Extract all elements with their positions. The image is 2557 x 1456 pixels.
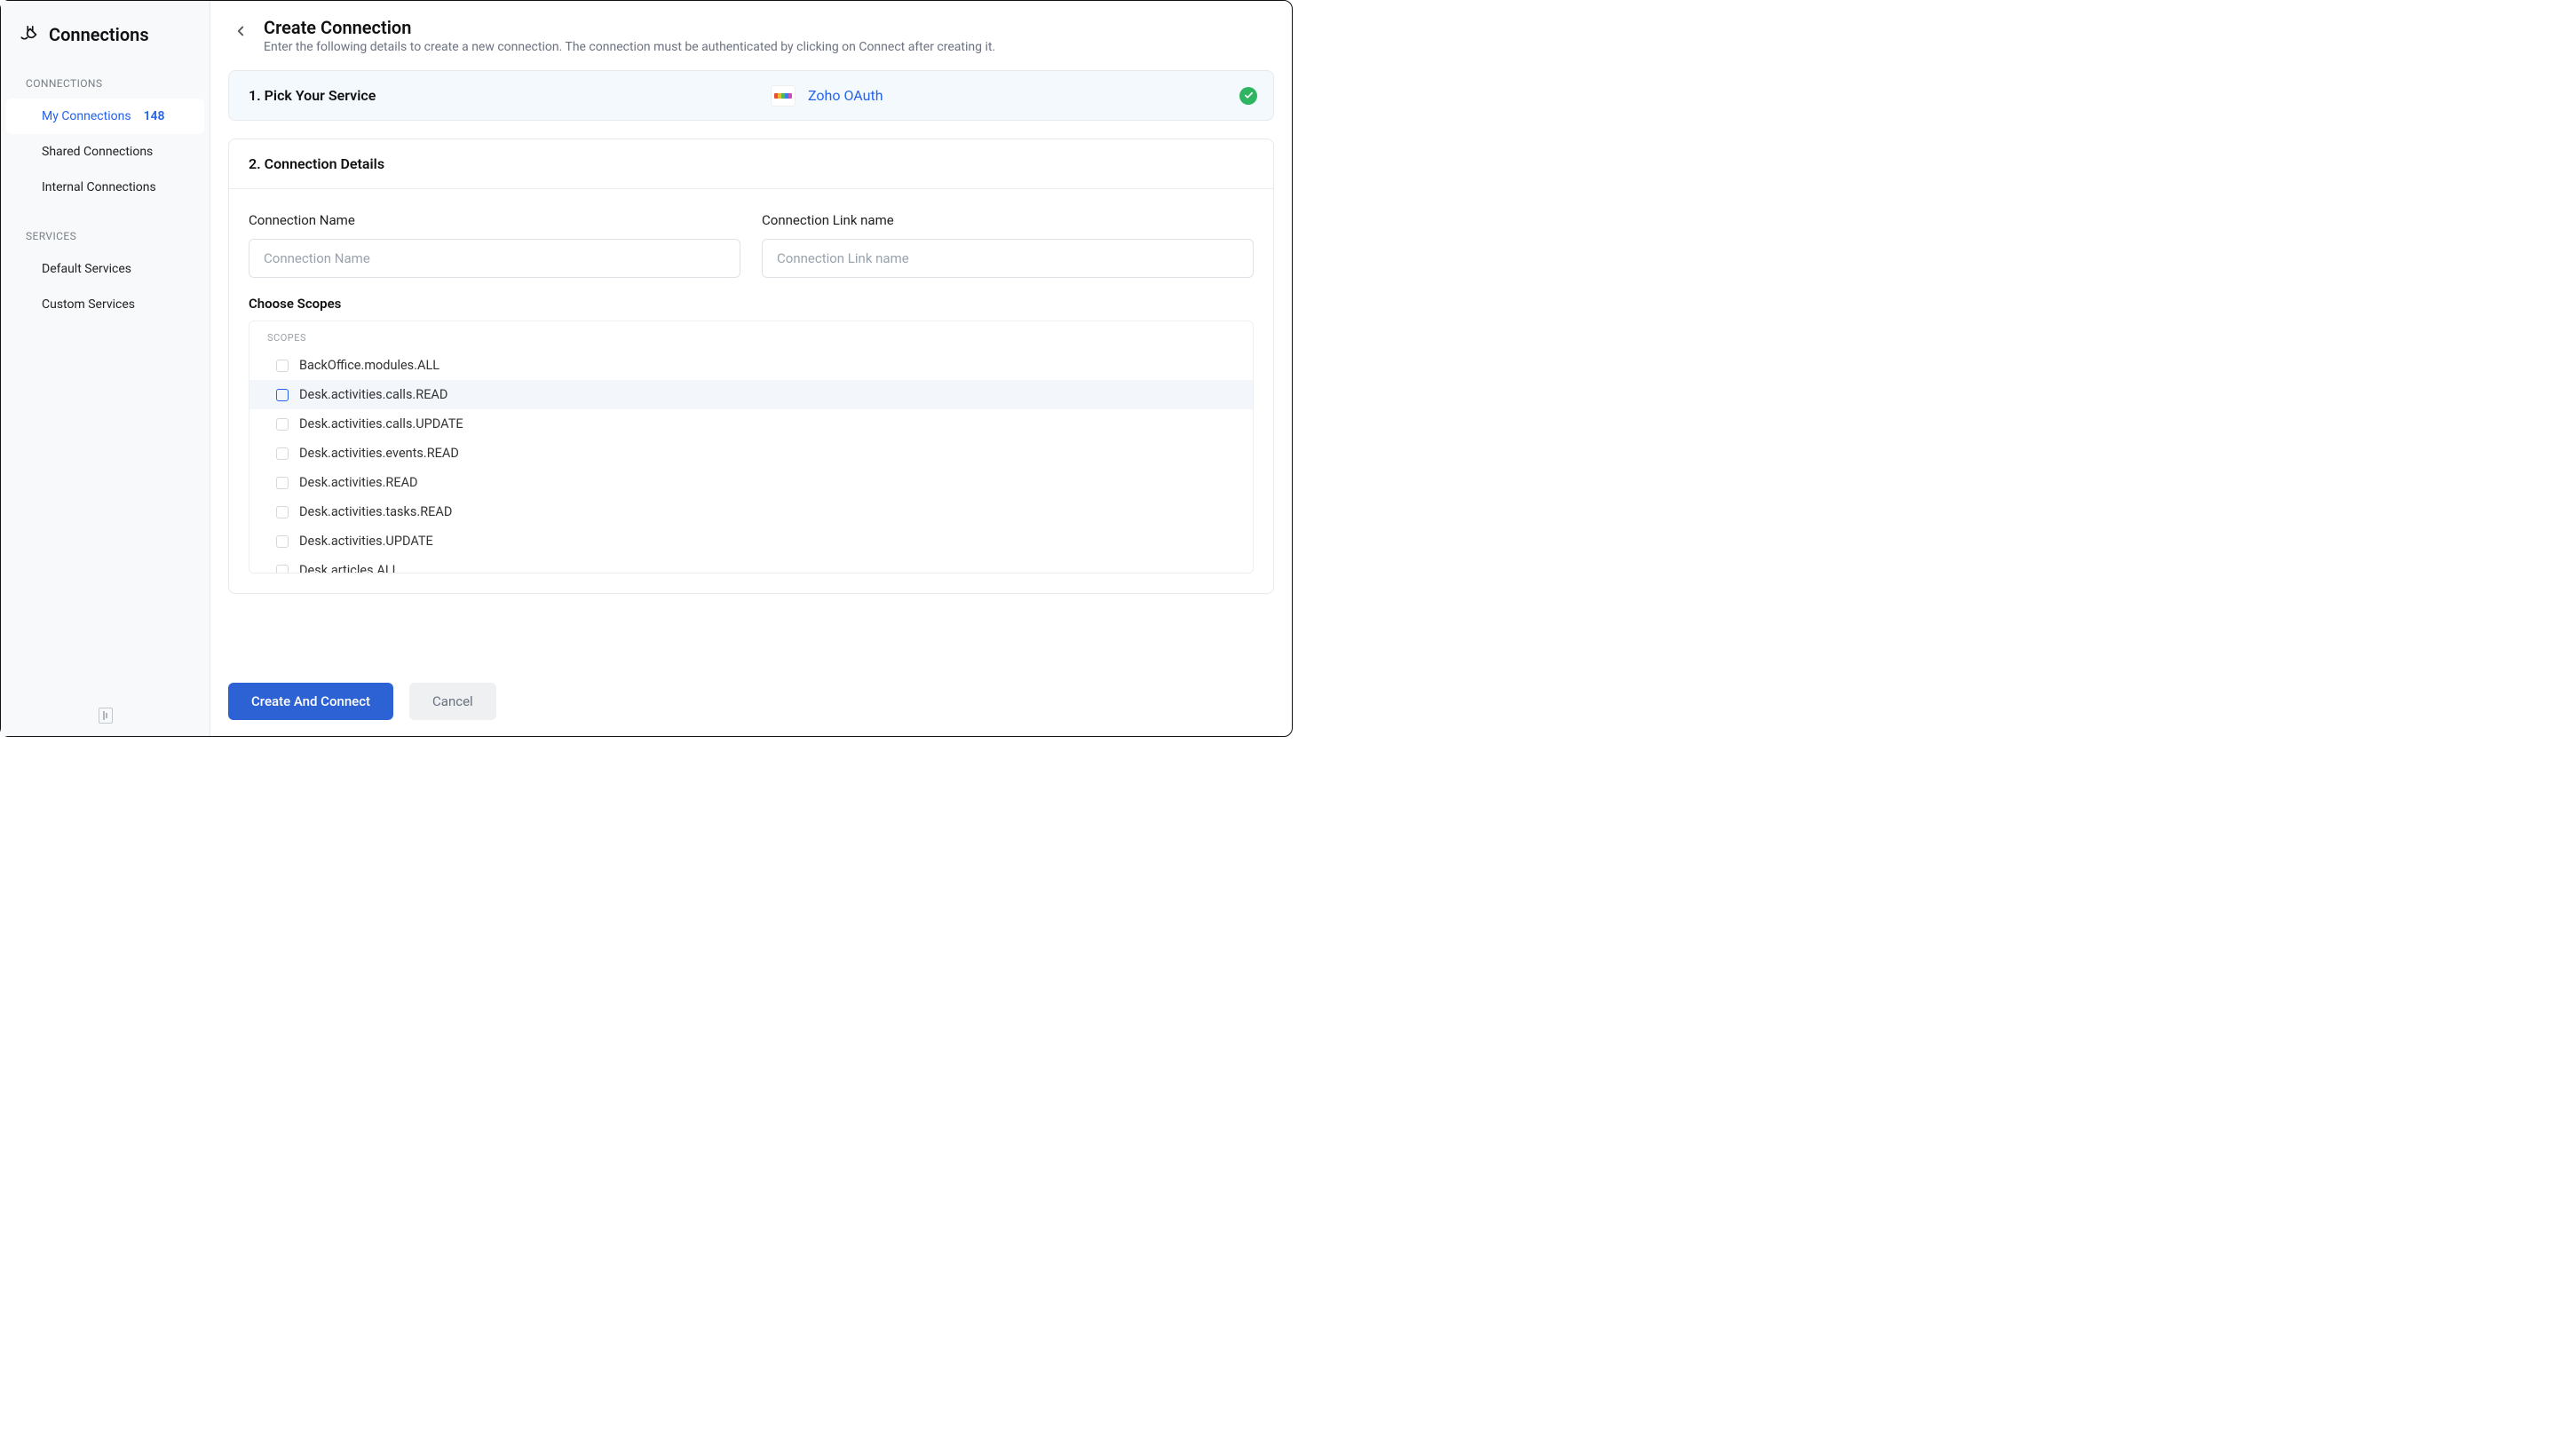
connection-name-input[interactable] [249, 239, 740, 278]
scopes-box: SCOPES BackOffice.modules.ALL Desk.activ… [249, 320, 1254, 574]
scope-label: Desk.activities.tasks.READ [299, 504, 452, 519]
scope-row[interactable]: BackOffice.modules.ALL [249, 351, 1253, 380]
cancel-button[interactable]: Cancel [409, 683, 496, 720]
sidebar-item-default-services[interactable]: Default Services [1, 251, 210, 287]
checkbox-icon[interactable] [276, 389, 289, 401]
checkbox-icon[interactable] [276, 535, 289, 548]
back-button[interactable] [228, 19, 253, 44]
main-content: Create Connection Enter the following de… [210, 1, 1292, 736]
form-row: Connection Name Connection Link name [249, 212, 1254, 278]
plug-icon [20, 25, 40, 44]
sidebar-item-label: My Connections [42, 109, 131, 123]
selected-service: Zoho OAuth [771, 85, 883, 107]
page-subtitle: Enter the following details to create a … [264, 40, 995, 54]
sidebar: Connections CONNECTIONS My Connections 1… [1, 1, 210, 736]
checkbox-icon[interactable] [276, 477, 289, 489]
connection-name-label: Connection Name [249, 212, 740, 228]
step2-header: 2. Connection Details [229, 139, 1273, 189]
checkmark-icon [1239, 87, 1257, 105]
sidebar-header: Connections [1, 17, 210, 72]
checkbox-icon[interactable] [276, 418, 289, 431]
sidebar-item-my-connections[interactable]: My Connections 148 [6, 99, 204, 134]
sidebar-item-shared[interactable]: Shared Connections [1, 134, 210, 170]
checkbox-icon[interactable] [276, 506, 289, 518]
page-title: Create Connection [264, 17, 995, 38]
page-header-text: Create Connection Enter the following de… [264, 17, 995, 54]
sidebar-item-label: Default Services [42, 262, 131, 276]
scope-row[interactable]: Desk.activities.calls.READ [249, 380, 1253, 409]
scope-row[interactable]: Desk.articles.ALL [249, 556, 1253, 574]
collapse-panel-icon[interactable] [99, 708, 113, 724]
sidebar-section-services: SERVICES [1, 225, 210, 251]
scope-label: Desk.activities.calls.READ [299, 387, 447, 402]
step-connection-details: 2. Connection Details Connection Name Co… [228, 138, 1274, 594]
scope-label: Desk.activities.calls.UPDATE [299, 416, 463, 431]
page-header: Create Connection Enter the following de… [228, 17, 1274, 70]
connection-link-input[interactable] [762, 239, 1254, 278]
connection-name-field: Connection Name [249, 212, 740, 278]
scope-label: Desk.articles.ALL [299, 563, 399, 574]
scope-row[interactable]: Desk.activities.UPDATE [249, 526, 1253, 556]
create-and-connect-button[interactable]: Create And Connect [228, 683, 393, 720]
connection-link-label: Connection Link name [762, 212, 1254, 228]
scope-label: BackOffice.modules.ALL [299, 358, 439, 373]
connection-link-field: Connection Link name [762, 212, 1254, 278]
selected-service-name: Zoho OAuth [808, 87, 883, 104]
scope-label: Desk.activities.events.READ [299, 446, 459, 461]
zoho-logo-icon [771, 85, 796, 107]
step1-title: 1. Pick Your Service [249, 87, 376, 104]
scope-row[interactable]: Desk.activities.calls.UPDATE [249, 409, 1253, 439]
scope-row[interactable]: Desk.activities.READ [249, 468, 1253, 497]
scope-row[interactable]: Desk.activities.events.READ [249, 439, 1253, 468]
sidebar-item-internal[interactable]: Internal Connections [1, 170, 210, 205]
sidebar-item-count: 148 [144, 109, 165, 123]
scope-label: Desk.activities.READ [299, 475, 418, 490]
sidebar-item-label: Custom Services [42, 297, 135, 312]
scopes-heading: SCOPES [249, 321, 1253, 351]
choose-scopes-label: Choose Scopes [249, 296, 1254, 312]
checkbox-icon[interactable] [276, 565, 289, 574]
step2-body: Connection Name Connection Link name Cho… [229, 189, 1273, 593]
sidebar-section-connections: CONNECTIONS [1, 72, 210, 99]
scope-row[interactable]: Desk.activities.tasks.READ [249, 497, 1253, 526]
sidebar-title: Connections [49, 24, 149, 45]
sidebar-item-custom-services[interactable]: Custom Services [1, 287, 210, 322]
footer-buttons: Create And Connect Cancel [228, 676, 1274, 736]
sidebar-item-label: Internal Connections [42, 180, 156, 194]
step2-title: 2. Connection Details [249, 155, 1254, 172]
sidebar-item-label: Shared Connections [42, 145, 153, 159]
step-pick-service[interactable]: 1. Pick Your Service Zoho OAuth [228, 70, 1274, 121]
scope-label: Desk.activities.UPDATE [299, 534, 433, 549]
checkbox-icon[interactable] [276, 447, 289, 460]
checkbox-icon[interactable] [276, 360, 289, 372]
